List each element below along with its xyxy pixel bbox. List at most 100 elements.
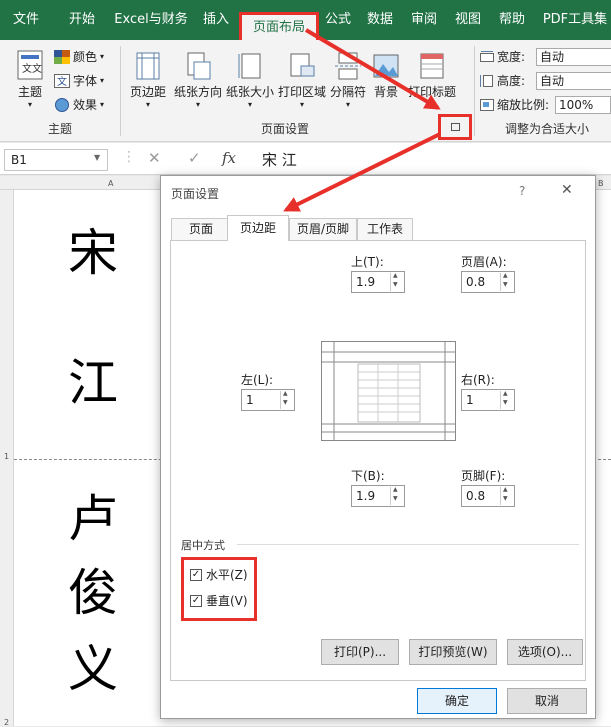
dialog-title: 页面设置: [171, 187, 220, 201]
help-icon[interactable]: ?: [519, 184, 525, 198]
options-button[interactable]: 选项(O)...: [507, 639, 583, 665]
cell-char: 义: [68, 640, 118, 698]
tab-sheet[interactable]: 工作表: [357, 218, 413, 240]
print-titles-button[interactable]: 打印标题: [406, 52, 458, 100]
colors-button[interactable]: 颜色 ▾: [54, 48, 104, 65]
background-image-icon: [373, 54, 399, 78]
width-select[interactable]: 自动: [536, 48, 611, 66]
tab-file[interactable]: 文件: [6, 0, 46, 40]
svg-text:文: 文: [57, 75, 67, 88]
center-vertically-label: 垂直(V): [206, 594, 248, 608]
bottom-margin-value: 1.9: [356, 489, 376, 503]
tab-review[interactable]: 审阅: [408, 0, 440, 40]
spinner-arrows-icon[interactable]: [280, 390, 293, 409]
tab-data[interactable]: 数据: [364, 0, 396, 40]
tab-pdf-tools[interactable]: PDF工具集: [540, 0, 610, 40]
group-separator: [120, 46, 121, 136]
tab-help[interactable]: 帮助: [496, 0, 528, 40]
print-button[interactable]: 打印(P)...: [321, 639, 399, 665]
margins-label: 页边距: [129, 85, 166, 99]
orientation-icon: [187, 52, 211, 80]
tab-margins[interactable]: 页边距: [227, 215, 289, 241]
theme-group-label: 主题: [47, 122, 72, 136]
spinner-arrows-icon[interactable]: [390, 272, 403, 291]
bottom-margin-spinner[interactable]: 1.9: [351, 485, 405, 507]
spinner-arrows-icon[interactable]: [500, 486, 513, 505]
column-b-header[interactable]: B: [598, 179, 604, 188]
top-margin-label: 上(T):: [351, 255, 384, 269]
header-margin-spinner[interactable]: 0.8: [461, 271, 515, 293]
scale-group-label: 调整为合适大小: [504, 122, 589, 136]
background-label: 背景: [373, 85, 398, 99]
orientation-button[interactable]: 纸张方向 ▾: [172, 52, 224, 109]
cell-char: 卢: [68, 490, 118, 548]
top-margin-spinner[interactable]: 1.9: [351, 271, 405, 293]
tab-formulas[interactable]: 公式: [322, 0, 354, 40]
svg-text:文文: 文文: [22, 62, 42, 75]
font-icon: 文: [54, 73, 70, 88]
width-icon: [480, 50, 494, 62]
tab-page-layout[interactable]: 页面布局: [239, 12, 319, 40]
dialog-launcher-icon: [451, 123, 460, 131]
margins-panel: 上(T): 1.9 页眉(A): 0.8 左(L): 1 右(R): 1 下(B…: [170, 240, 586, 681]
height-select[interactable]: 自动: [536, 72, 611, 90]
footer-margin-value: 0.8: [466, 489, 486, 503]
footer-margin-spinner[interactable]: 0.8: [461, 485, 515, 507]
left-margin-label: 左(L):: [241, 373, 274, 387]
breaks-icon: [335, 52, 361, 80]
theme-button[interactable]: 文文 主题 ▾: [10, 50, 50, 109]
spinner-arrows-icon[interactable]: [500, 390, 513, 409]
cancel-icon[interactable]: ✕: [148, 149, 161, 167]
print-titles-icon: [420, 53, 444, 79]
spinner-arrows-icon[interactable]: [500, 272, 513, 291]
height-control: 高度:: [480, 72, 525, 89]
margins-button[interactable]: 页边距 ▾: [126, 52, 170, 109]
left-margin-spinner[interactable]: 1: [241, 389, 295, 411]
breaks-button[interactable]: 分隔符 ▾: [328, 52, 368, 109]
scale-label: 缩放比例:: [497, 98, 550, 112]
center-options-highlight: ✓ 水平(Z) ✓ 垂直(V): [181, 557, 257, 621]
width-control: 宽度:: [480, 48, 525, 65]
tab-header-footer[interactable]: 页眉/页脚: [289, 218, 357, 240]
page-setup-dialog-launcher[interactable]: [438, 114, 472, 140]
fonts-button[interactable]: 文 字体 ▾: [54, 72, 104, 89]
paper-size-label: 纸张大小: [225, 85, 274, 99]
scale-control: 缩放比例:: [480, 96, 549, 113]
width-label: 宽度:: [497, 50, 526, 64]
center-horizontally-checkbox[interactable]: ✓ 水平(Z): [190, 566, 248, 583]
enter-icon[interactable]: ✓: [188, 149, 201, 167]
right-margin-spinner[interactable]: 1: [461, 389, 515, 411]
tab-page[interactable]: 页面: [171, 218, 231, 240]
ribbon-body: 文文 主题 ▾ 颜色 ▾ 文 字体 ▾ 效果 ▾ 主题 页边距 ▾ 纸张方向 ▾ 纸张…: [0, 40, 611, 142]
section-divider: [237, 544, 579, 545]
formula-value[interactable]: 宋 江: [262, 149, 297, 170]
row-1-header[interactable]: 1: [4, 452, 9, 461]
breaks-label: 分隔符: [329, 85, 366, 99]
print-preview-button[interactable]: 打印预览(W): [409, 639, 497, 665]
ok-button[interactable]: 确定: [417, 688, 497, 714]
formula-bar: B1 ▼ ⋮ ✕ ✓ fx 宋 江: [0, 143, 611, 175]
cancel-button[interactable]: 取消: [507, 688, 587, 714]
chevron-down-icon[interactable]: ▼: [94, 153, 100, 162]
tab-home[interactable]: 开始: [62, 0, 102, 40]
center-vertically-checkbox[interactable]: ✓ 垂直(V): [190, 592, 248, 609]
scale-icon: [480, 98, 494, 111]
tab-insert[interactable]: 插入: [200, 0, 232, 40]
column-a-header[interactable]: A: [108, 179, 113, 188]
tab-view[interactable]: 视图: [452, 0, 484, 40]
tab-excel-finance[interactable]: Excel与财务: [112, 0, 190, 40]
fonts-label: 字体: [73, 74, 98, 88]
effects-label: 效果: [73, 98, 98, 112]
insert-function-icon[interactable]: fx: [222, 149, 236, 167]
close-icon[interactable]: ✕: [561, 182, 573, 198]
background-button[interactable]: 背景: [370, 52, 402, 100]
print-area-button[interactable]: 打印区域 ▾: [276, 52, 328, 109]
height-label: 高度:: [497, 74, 526, 88]
name-box[interactable]: B1: [4, 149, 108, 171]
spinner-arrows-icon[interactable]: [390, 486, 403, 505]
scale-input[interactable]: 100%: [555, 96, 611, 114]
margins-icon: [136, 52, 160, 80]
paper-size-button[interactable]: 纸张大小 ▾: [224, 52, 276, 109]
effects-button[interactable]: 效果 ▾: [54, 96, 104, 113]
paper-size-icon: [238, 53, 261, 79]
